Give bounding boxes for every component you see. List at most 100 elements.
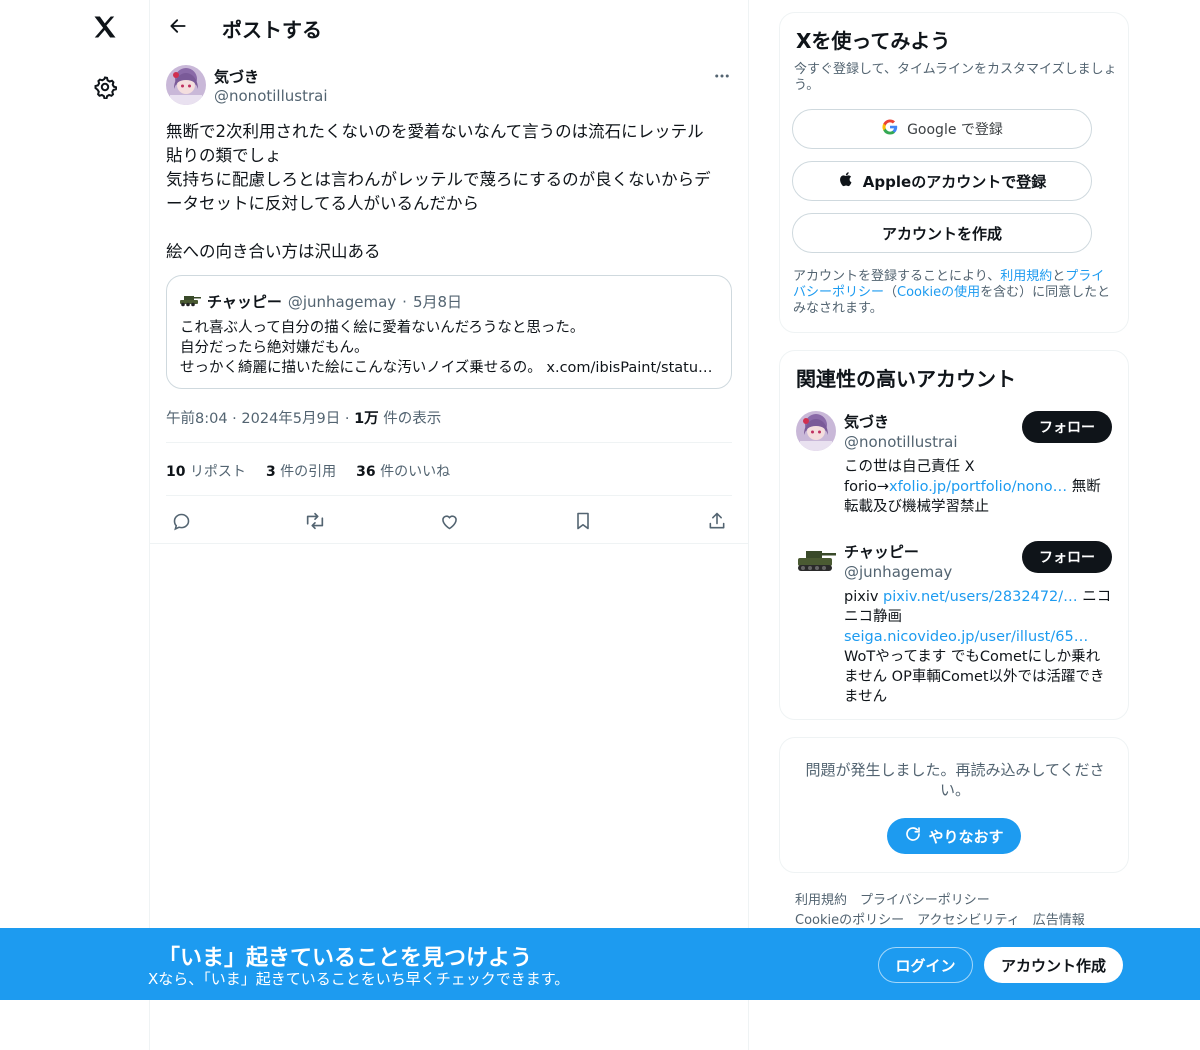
post-meta: 午前8:04 · 2024年5月9日 · 1万 件の表示 xyxy=(166,407,441,428)
account-name[interactable]: チャッピー xyxy=(844,541,919,562)
error-message: 問題が発生しました。再読み込みしてください。 xyxy=(805,761,1105,799)
footer-link-accessibility[interactable]: アクセシビリティ xyxy=(917,913,1020,928)
follow-button[interactable]: フォロー xyxy=(1022,411,1112,443)
footer-link-cookie[interactable]: Cookieのポリシー xyxy=(795,913,904,928)
bio-link[interactable]: xfolio.jp/portfolio/nono… xyxy=(889,479,1067,495)
footer-link-terms[interactable]: 利用規約 xyxy=(795,893,847,908)
account-item[interactable]: 気づき @nonotillustrai フォロー この世は自己責任 X fori… xyxy=(796,411,1116,521)
footer-links: 利用規約 プライバシーポリシー Cookieのポリシー アクセシビリティ 広告情報 xyxy=(795,891,1098,931)
post-text-line: ータセットに反対してる人がいるんだから xyxy=(166,194,480,213)
account-item[interactable]: チャッピー @junhagemay フォロー pixiv pixiv.net/u… xyxy=(796,541,1116,711)
related-accounts-title: 関連性の高いアカウント xyxy=(796,367,1016,391)
terms-text: アカウントを登録することにより、 xyxy=(793,269,1001,284)
google-signup-label: Google で登録 xyxy=(907,122,1003,138)
account-handle[interactable]: @junhagemay xyxy=(844,563,952,581)
retry-button[interactable]: やりなおす xyxy=(887,818,1021,854)
post-text-line: 貼りの類でしょ xyxy=(166,146,282,165)
likes-label: 件のいいね xyxy=(380,464,451,480)
action-bar xyxy=(166,502,732,538)
quotes-count: 3 xyxy=(265,464,276,480)
terms-notice: アカウントを登録することにより、利用規約とプライバシーポリシー（Cookieの使… xyxy=(793,269,1113,317)
error-card: 問題が発生しました。再読み込みしてください。 やりなおす xyxy=(779,737,1129,873)
account-handle[interactable]: @nonotillustrai xyxy=(844,433,957,451)
post-text-line: 絵への向き合い方は沢山ある xyxy=(166,242,381,261)
follow-button[interactable]: フォロー xyxy=(1022,541,1112,573)
quote-text: これ喜ぶ人って自分の描く絵に愛着ないんだろうなと思った。 自分だったら絶対嫌だも… xyxy=(180,318,720,378)
signup-button[interactable]: アカウント作成 xyxy=(984,947,1123,983)
more-icon[interactable] xyxy=(710,64,734,88)
quote-author-handle: @junhagemay xyxy=(287,292,397,311)
post-text-line: 気持ちに配慮しろとは言わんがレッテルで蔑ろにするのが良くないからデ xyxy=(166,170,711,189)
footer-link-privacy[interactable]: プライバシーポリシー xyxy=(860,893,990,908)
quote-author-name: チャッピー xyxy=(207,293,282,311)
create-account-button[interactable]: アカウントを作成 xyxy=(792,213,1092,253)
signup-banner: 「いま」起きていることを見つけよう Xなら、「いま」起きていることをいち早くチェ… xyxy=(0,928,1200,1000)
terms-text: と xyxy=(1052,269,1066,284)
bio-text: pixiv xyxy=(844,589,884,605)
x-logo-icon[interactable] xyxy=(88,10,122,44)
quote-avatar xyxy=(179,293,201,311)
bio-text: ニコ xyxy=(1077,589,1112,605)
likes-stat[interactable]: 36 件のいいね xyxy=(356,461,450,481)
divider xyxy=(166,495,732,496)
login-button[interactable]: ログイン xyxy=(878,947,973,983)
footer-row: 利用規約 プライバシーポリシー xyxy=(795,891,1098,911)
page-header: ポストする xyxy=(150,0,748,54)
post-date[interactable]: 2024年5月9日 xyxy=(241,411,340,427)
gear-icon[interactable] xyxy=(88,70,122,104)
create-account-label: アカウントを作成 xyxy=(881,224,1002,243)
terms-text: （ xyxy=(884,285,898,300)
main-column: ポストする 気づき @nonotillustrai 無断で2次利用されたくないの… xyxy=(150,0,749,1050)
bookmark-icon[interactable] xyxy=(568,506,598,536)
bio-line: 転載及び機械学習禁止 xyxy=(844,499,989,515)
bio-line: WoTやってます でもCometにしか乗れ xyxy=(844,649,1101,665)
account-bio: この世は自己責任 X forio→xfolio.jp/portfolio/non… xyxy=(844,457,1114,517)
back-arrow-icon[interactable] xyxy=(164,12,192,40)
post-text-line: 無断で2次利用されたくないのを愛着ないなんて言うのは流石にレッテル xyxy=(166,122,704,141)
account-bio: pixiv pixiv.net/users/2832472/… ニコ ニコ静画 … xyxy=(844,587,1114,707)
terms-link[interactable]: 利用規約 xyxy=(1000,269,1052,284)
google-signup-button[interactable]: Google で登録 xyxy=(792,109,1092,149)
likes-count: 36 xyxy=(356,464,376,480)
bio-link[interactable]: pixiv.net/users/2832472/… xyxy=(883,589,1078,605)
bio-text: forio→ xyxy=(844,479,889,495)
views-count: 1万 xyxy=(354,411,379,427)
page-title: ポストする xyxy=(222,18,322,42)
account-name[interactable]: 気づき xyxy=(844,411,889,432)
bio-line: ません xyxy=(844,689,888,705)
bio-line: ません OP車輌Comet以外では活躍でき xyxy=(844,669,1105,685)
quotes-stat[interactable]: 3 件の引用 xyxy=(266,461,336,481)
post-time[interactable]: 午前8:04 xyxy=(166,411,228,427)
repost-icon[interactable] xyxy=(300,506,330,536)
like-icon[interactable] xyxy=(434,506,464,536)
author-name[interactable]: 気づき xyxy=(214,66,259,87)
post-text: 無断で2次利用されたくないのを愛着ないなんて言うのは流石にレッテル 貼りの類でし… xyxy=(166,120,736,264)
meta-separator: · xyxy=(344,411,350,427)
apple-signup-button[interactable]: Appleのアカウントで登録 xyxy=(792,161,1092,201)
cookie-use-link[interactable]: Cookieの使用 xyxy=(897,285,980,300)
share-icon[interactable] xyxy=(702,506,732,536)
meta-separator: · xyxy=(232,411,237,427)
reposts-count: 10 xyxy=(166,464,186,480)
signup-card-subtitle: 今すぐ登録して、タイムラインをカスタマイズしましょう。 xyxy=(794,62,1117,93)
signup-card: Xを使ってみよう 今すぐ登録して、タイムラインをカスタマイズしましょう。 Goo… xyxy=(779,12,1129,333)
bio-line: pixiv pixiv.net/users/2832472/… ニコ xyxy=(844,587,1114,607)
quote-post[interactable]: チャッピー @junhagemay · 5月8日 これ喜ぶ人って自分の描く絵に愛… xyxy=(166,275,732,389)
avatar[interactable] xyxy=(166,65,206,105)
bio-line: この世は自己責任 X xyxy=(844,459,975,475)
quotes-label: 件の引用 xyxy=(280,464,337,480)
author-handle[interactable]: @nonotillustrai xyxy=(214,87,327,105)
avatar[interactable] xyxy=(796,541,836,581)
related-accounts-card: 関連性の高いアカウント 気づき @nonotillustrai フォロー この世… xyxy=(779,350,1129,720)
bio-line: ニコ静画 xyxy=(844,609,902,625)
reply-icon[interactable] xyxy=(166,506,196,536)
views-label: 件の表示 xyxy=(383,411,442,427)
reposts-label: リポスト xyxy=(189,464,246,480)
divider xyxy=(166,442,732,443)
bio-link[interactable]: seiga.nicovideo.jp/user/illust/65… xyxy=(844,627,1114,647)
avatar[interactable] xyxy=(796,411,836,451)
reposts-stat[interactable]: 10 リポスト xyxy=(166,461,246,481)
footer-link-ads[interactable]: 広告情報 xyxy=(1033,913,1085,928)
banner-subtitle: Xなら、「いま」起きていることをいち早くチェックできます。 xyxy=(148,970,570,988)
divider xyxy=(150,543,748,544)
